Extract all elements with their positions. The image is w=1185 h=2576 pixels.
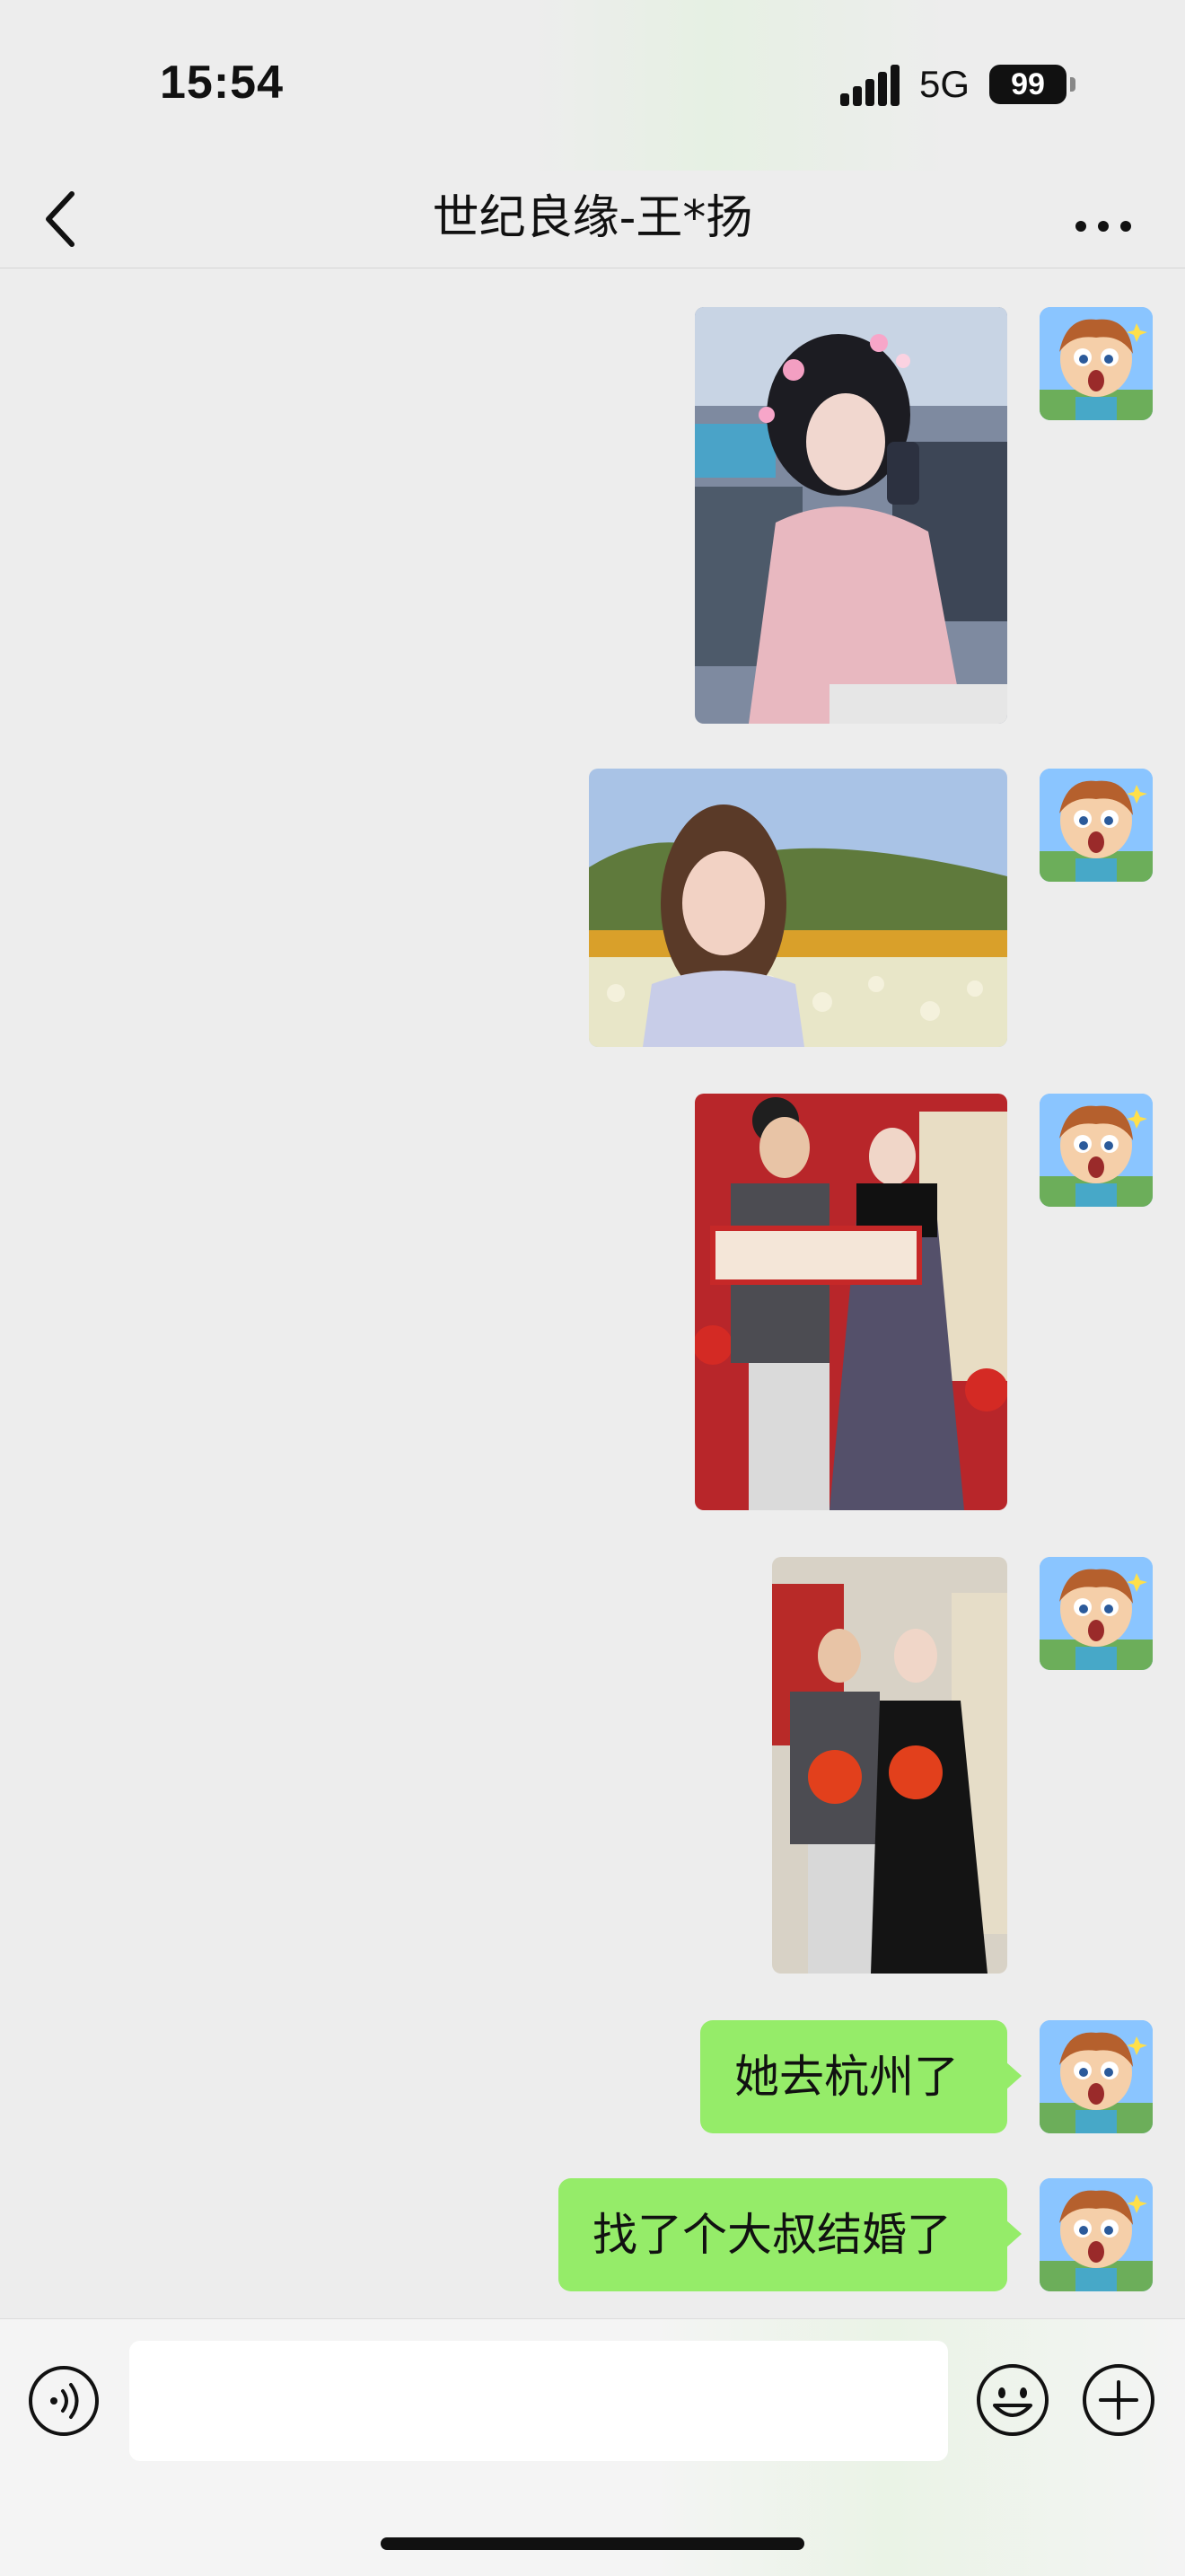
voice-icon: [29, 2366, 99, 2436]
message-image[interactable]: [772, 1557, 1007, 1974]
photo-tulip-field-girl: [589, 769, 1007, 1047]
emoji-icon: [977, 2364, 1049, 2436]
battery-icon: 99: [989, 65, 1066, 104]
avatar[interactable]: [1040, 2020, 1153, 2133]
message-bubble[interactable]: 她去杭州了: [700, 2020, 1022, 2133]
more-button[interactable]: [1072, 189, 1135, 251]
message-image[interactable]: [695, 307, 1007, 724]
plus-icon: [1083, 2364, 1154, 2436]
avatar-cartoon-boy: [1040, 1557, 1153, 1670]
avatar[interactable]: [1040, 769, 1153, 882]
home-indicator[interactable]: [381, 2537, 804, 2550]
avatar-cartoon-boy: [1040, 2020, 1153, 2133]
message-image[interactable]: [589, 769, 1007, 1047]
status-bar: 15:54 5G 99: [0, 0, 1185, 171]
message-input[interactable]: [129, 2341, 948, 2461]
avatar[interactable]: [1040, 2178, 1153, 2291]
avatar[interactable]: [1040, 1557, 1153, 1670]
battery-tip: [1070, 77, 1075, 92]
more-dots-icon: [1075, 221, 1131, 232]
photo-couple-red-banner: [695, 1094, 1007, 1510]
emoji-button[interactable]: [975, 2362, 1050, 2438]
avatar[interactable]: [1040, 1094, 1153, 1207]
signal-icon: [840, 65, 901, 106]
avatar-cartoon-boy: [1040, 769, 1153, 882]
back-button[interactable]: [36, 181, 93, 257]
photo-couple-lanterns: [772, 1557, 1007, 1974]
photo-hanfu-girl: [695, 307, 1007, 724]
avatar-cartoon-boy: [1040, 2178, 1153, 2291]
chat-title: 世纪良缘-王*扬: [432, 191, 753, 245]
chat-header: 世纪良缘-王*扬: [0, 171, 1185, 268]
chevron-left-icon: [46, 191, 75, 247]
plus-button[interactable]: [1081, 2362, 1156, 2438]
network-label: 5G: [919, 63, 970, 105]
message-image[interactable]: [695, 1094, 1007, 1510]
avatar-cartoon-boy: [1040, 1094, 1153, 1207]
status-time: 15:54: [160, 57, 284, 109]
voice-button[interactable]: [27, 2364, 101, 2438]
avatar-cartoon-boy: [1040, 307, 1153, 420]
avatar[interactable]: [1040, 307, 1153, 420]
message-bubble[interactable]: 找了个大叔结婚了: [558, 2178, 1022, 2291]
